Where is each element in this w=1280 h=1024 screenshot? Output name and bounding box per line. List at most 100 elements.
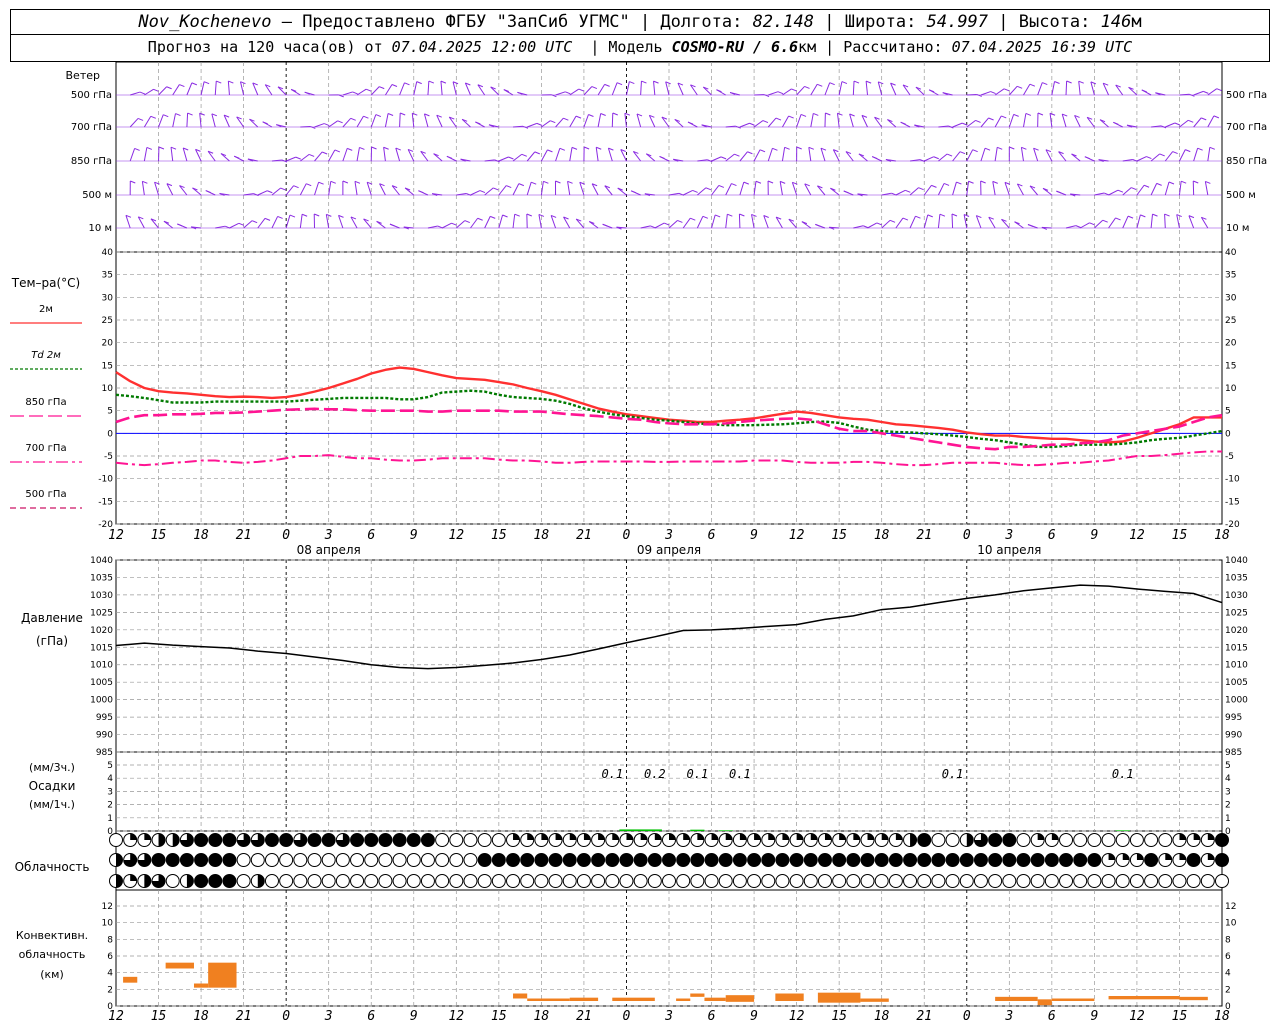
cloud-symbol [619, 874, 634, 888]
wind-barb [384, 113, 389, 128]
wind-barb-flag [203, 81, 210, 85]
cloud-symbol [378, 833, 393, 847]
cloud-symbol-fill [725, 833, 733, 840]
temp-ytick-left: 0 [107, 429, 113, 439]
wind-barb [356, 115, 364, 128]
wind-barb [455, 220, 466, 229]
wind-barb-flag [653, 80, 659, 84]
wind-barb-flag [915, 215, 921, 219]
cloud-symbol [1044, 874, 1059, 888]
precip-ytick-right: 5 [1225, 761, 1231, 771]
cloud-symbol [1087, 833, 1102, 847]
cloud-symbol-fill [867, 833, 875, 840]
wind-barb-flag [365, 88, 372, 92]
wind-barb-flag [772, 147, 778, 151]
wind-barb-flag [641, 80, 647, 84]
temp-axis-xtick: 9 [750, 528, 758, 543]
wind-barb-flag [571, 146, 578, 150]
conv-bar [123, 976, 138, 983]
temp-axis-xtick: 0 [623, 528, 631, 543]
wind-barb-flag [946, 153, 953, 157]
temp-axis-xtick: 3 [324, 528, 333, 543]
wind-barb-flag [604, 83, 610, 87]
wind-barb [399, 113, 401, 128]
wind-barb [512, 183, 520, 196]
pres-ytick-right: 1020 [1225, 626, 1248, 636]
wind-barb [923, 214, 929, 229]
wind-barb [1079, 222, 1090, 229]
wind-barb [1008, 114, 1015, 128]
cloud-symbol [704, 853, 719, 867]
conv-title-2: облачность [19, 948, 86, 961]
wind-barb [607, 147, 613, 162]
wind-barb-flag [775, 117, 782, 121]
temp-ytick-right: -15 [1225, 497, 1240, 507]
wind-barb [909, 216, 916, 229]
wind-barb [711, 185, 720, 196]
cloud-symbol [293, 874, 308, 888]
wind-barb [711, 214, 716, 229]
wind-barb [1164, 214, 1166, 229]
wind-barb-flag [578, 88, 584, 92]
wind-barb [767, 148, 773, 162]
conv-axis-xtick: 0 [963, 1009, 971, 1024]
wind-barb-flag [1201, 117, 1207, 121]
wind-barb [992, 181, 996, 196]
wind-barb-flag [330, 180, 336, 184]
precip-ytick-left: 1 [107, 814, 113, 824]
wind-barb [395, 147, 401, 162]
wind-barb [1037, 82, 1043, 96]
wind-barb-flag [177, 223, 183, 227]
cloud-symbol [576, 874, 591, 888]
cloud-symbol [775, 874, 790, 888]
wind-barb [356, 88, 367, 96]
wind-barb [370, 114, 377, 128]
wind-level-right: 500 гПа [1226, 90, 1267, 101]
wind-barb [172, 113, 176, 128]
wind-barb-flag [575, 115, 582, 119]
wind-barb-flag [956, 181, 962, 185]
cloud-symbol-fill [966, 833, 974, 847]
cloud-symbol [491, 833, 506, 847]
cloud-symbol-fill [1037, 833, 1045, 840]
cloud-symbol [619, 853, 634, 867]
wind-barb-flag [731, 183, 737, 186]
wind-barb-flag [526, 213, 532, 217]
cloud-symbol-fill [144, 833, 151, 840]
temp-axis-xtick: 3 [664, 528, 673, 543]
cloud-symbol [917, 833, 932, 847]
pres-ytick-left: 1010 [90, 661, 113, 671]
cloud-symbol [293, 853, 308, 867]
cloud-symbol [222, 853, 237, 867]
conv-axis-xtick: 3 [1004, 1009, 1013, 1024]
wind-barb [1065, 225, 1076, 229]
cloud-symbol-fill [130, 874, 137, 881]
cloud-symbol-fill [130, 833, 137, 840]
wind-barb [966, 120, 976, 128]
cloud-symbol [392, 853, 407, 867]
cloud-symbol [364, 874, 379, 888]
wind-barb-flag [1193, 180, 1199, 184]
wind-barb [994, 115, 1002, 128]
cloud-symbol-fill [782, 833, 789, 840]
wind-barb [739, 151, 748, 162]
temp-legend-label: Td 2м [31, 350, 61, 361]
wind-barb [370, 86, 380, 96]
wind-barb [512, 153, 523, 162]
precip-bar [1115, 830, 1130, 831]
temp-ytick-left: -10 [98, 475, 113, 485]
conv-bar [612, 997, 655, 1001]
cloud-symbol [279, 874, 294, 888]
wind-barb-flag [747, 151, 753, 155]
cloud-symbol [775, 853, 790, 867]
temp-axis-xtick: 9 [1090, 528, 1098, 543]
wind-barb-flag [837, 112, 843, 116]
cloud-symbol [420, 874, 435, 888]
wind-barb-flag [1140, 214, 1146, 218]
wind-barb [583, 114, 589, 128]
cloud-symbol [732, 853, 747, 867]
wind-barb [952, 151, 961, 162]
wind-barb [423, 113, 429, 128]
cloud-symbol [151, 853, 166, 867]
wind-barb-flag [784, 146, 790, 150]
